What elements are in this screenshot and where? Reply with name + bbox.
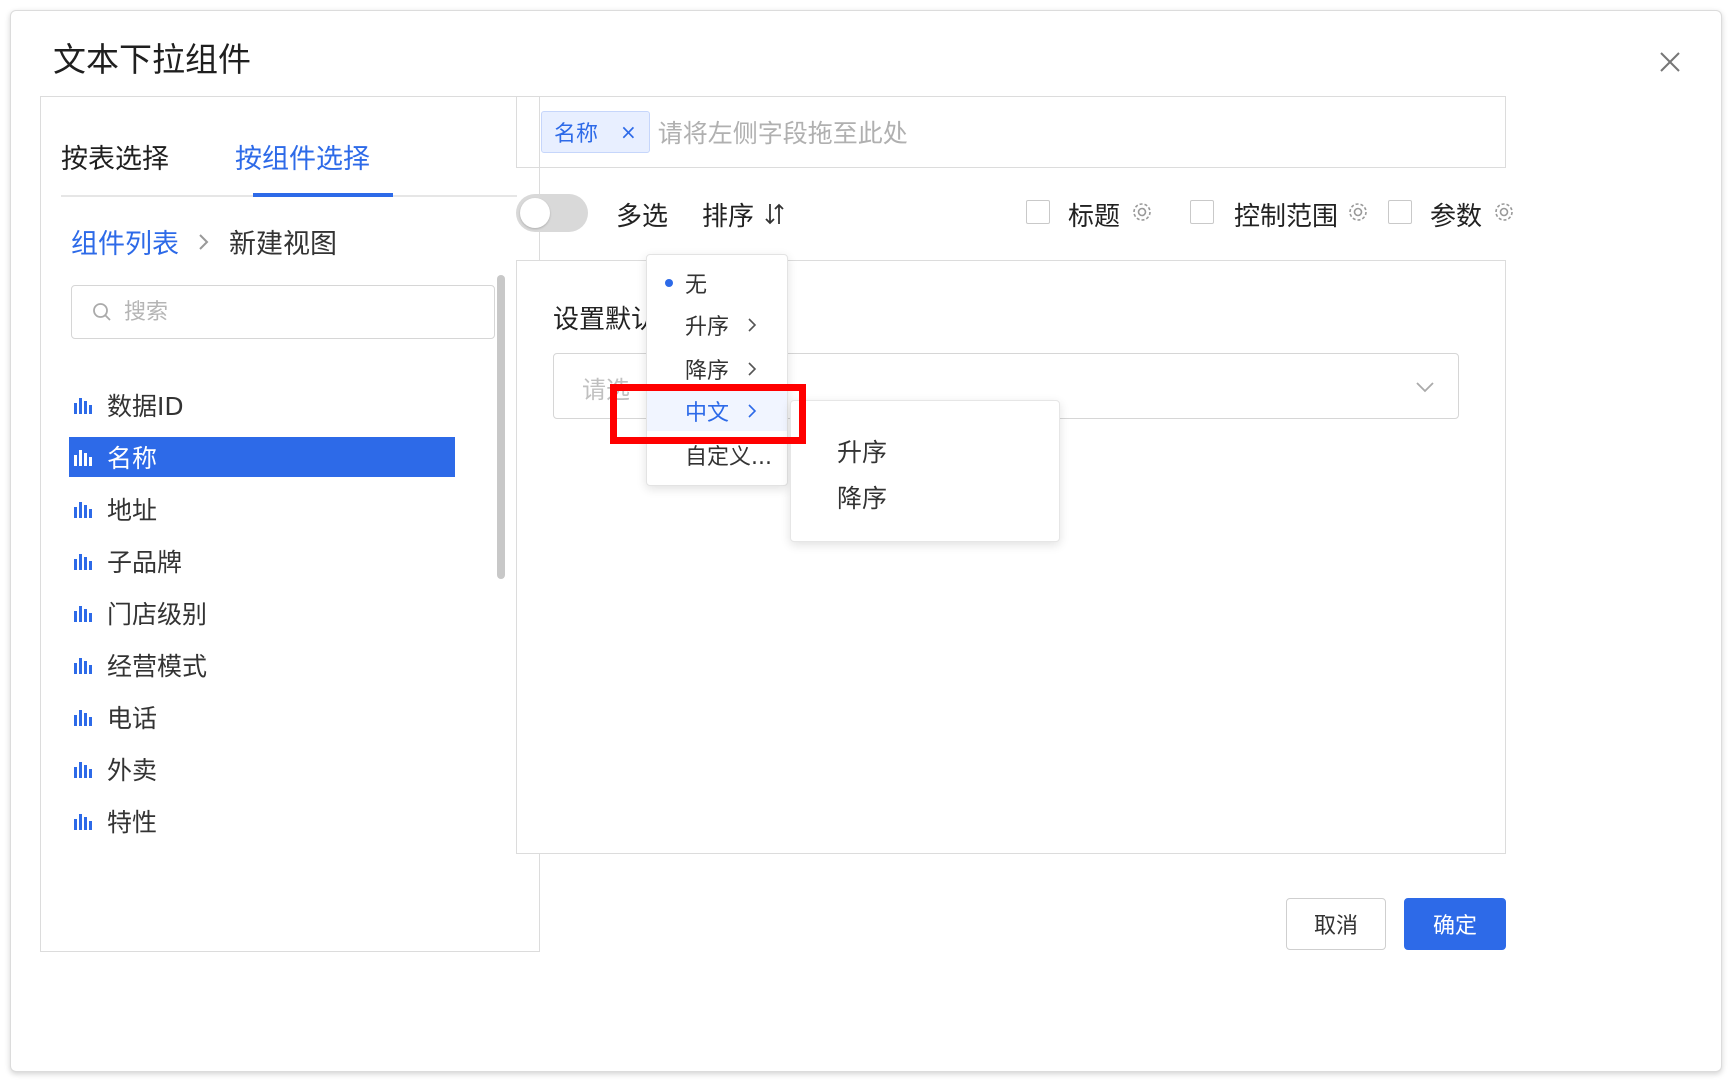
field-label: 门店级别 — [107, 600, 208, 629]
field-label: 特性 — [107, 808, 158, 837]
list-item[interactable]: 子品牌 — [69, 541, 455, 581]
params-checkbox[interactable] — [1388, 200, 1412, 224]
field-label: 地址 — [107, 496, 158, 525]
toolbar: 多选 排序 标题 控制范围 参数 — [516, 192, 1513, 236]
multi-select-toggle[interactable] — [516, 194, 588, 232]
bar-chart-icon — [74, 658, 92, 674]
sort-option-none[interactable]: 无 — [647, 263, 787, 303]
chevron-right-icon — [748, 362, 757, 376]
scrollbar[interactable] — [497, 275, 505, 579]
submenu-asc[interactable]: 升序 — [837, 433, 887, 469]
field-drop-zone[interactable]: 名称 × 请将左侧字段拖至此处 — [516, 96, 1506, 168]
field-label: 数据ID — [107, 392, 184, 421]
tab-by-table[interactable]: 按表选择 — [61, 137, 169, 191]
left-panel: 按表选择 按组件选择 组件列表 新建视图 数据ID 名称 地址 — [40, 96, 540, 952]
sort-option-label: 升序 — [685, 315, 730, 340]
field-label: 电话 — [107, 704, 158, 733]
params-label: 参数 — [1430, 202, 1483, 232]
chevron-down-icon — [1416, 382, 1434, 393]
sort-option-desc[interactable]: 降序 — [647, 349, 787, 389]
toggle-knob — [520, 198, 550, 228]
title-checkbox[interactable] — [1026, 200, 1050, 224]
bar-chart-icon — [74, 554, 92, 570]
sort-option-label: 自定义... — [685, 445, 772, 470]
breadcrumb-link[interactable]: 组件列表 — [71, 222, 179, 261]
list-item[interactable]: 数据ID — [69, 385, 455, 425]
sort-option-asc[interactable]: 升序 — [647, 305, 787, 345]
scope-checkbox[interactable] — [1190, 200, 1214, 224]
active-tab-indicator — [253, 193, 393, 197]
scope-label: 控制范围 — [1234, 202, 1339, 232]
select-placeholder: 请选 — [582, 376, 630, 404]
dialog-title: 文本下拉组件 — [53, 40, 251, 79]
selected-dot-icon — [665, 279, 673, 287]
gear-icon[interactable] — [1346, 200, 1370, 224]
sort-option-label: 中文 — [685, 401, 730, 426]
drop-hint: 请将左侧字段拖至此处 — [657, 119, 908, 148]
list-item[interactable]: 特性 — [69, 801, 455, 841]
bar-chart-icon — [74, 398, 92, 414]
field-tag-label: 名称 — [554, 122, 599, 147]
confirm-button[interactable]: 确定 — [1404, 898, 1506, 950]
chevron-right-icon — [199, 233, 209, 250]
search-icon — [93, 303, 111, 321]
list-item[interactable]: 外卖 — [69, 749, 455, 789]
sort-option-chinese[interactable]: 中文 — [647, 391, 787, 431]
search-input[interactable] — [122, 298, 466, 326]
gear-icon[interactable] — [1130, 200, 1154, 224]
chevron-right-icon — [748, 404, 757, 418]
field-label: 子品牌 — [107, 548, 183, 577]
bar-chart-icon — [74, 450, 92, 466]
title-label: 标题 — [1068, 202, 1121, 232]
sort-button[interactable]: 排序 — [702, 196, 754, 233]
sort-menu: 无 升序 降序 中文 自定义... — [646, 254, 788, 486]
tab-by-component[interactable]: 按组件选择 — [235, 137, 370, 191]
submenu-desc[interactable]: 降序 — [837, 479, 887, 515]
bar-chart-icon — [74, 502, 92, 518]
field-tag[interactable]: 名称 × — [541, 111, 650, 153]
field-label: 外卖 — [107, 756, 158, 785]
cancel-button[interactable]: 取消 — [1286, 898, 1386, 950]
sort-option-label: 降序 — [685, 359, 730, 384]
sort-icon[interactable] — [764, 202, 786, 226]
list-item[interactable]: 地址 — [69, 489, 455, 529]
list-item[interactable]: 经营模式 — [69, 645, 455, 685]
bar-chart-icon — [74, 814, 92, 830]
bar-chart-icon — [74, 606, 92, 622]
list-item[interactable]: 门店级别 — [69, 593, 455, 633]
sort-option-label: 无 — [685, 273, 708, 298]
tag-close-icon[interactable]: × — [620, 120, 637, 144]
field-label: 经营模式 — [107, 652, 208, 681]
field-list: 数据ID 名称 地址 子品牌 门店级别 经营模式 电话 外卖 特性 — [69, 385, 455, 853]
bar-chart-icon — [74, 762, 92, 778]
bar-chart-icon — [74, 710, 92, 726]
close-icon[interactable] — [1655, 47, 1685, 77]
default-value-label: 设置默认 — [553, 305, 658, 335]
field-label: 名称 — [107, 444, 158, 473]
chinese-sort-submenu: 升序 降序 — [790, 400, 1060, 542]
breadcrumb-current: 新建视图 — [229, 229, 337, 260]
chevron-right-icon — [748, 318, 757, 332]
list-item[interactable]: 名称 — [69, 437, 455, 477]
search-box — [71, 285, 495, 339]
multi-select-label: 多选 — [616, 202, 669, 232]
sort-option-custom[interactable]: 自定义... — [647, 435, 787, 475]
list-item[interactable]: 电话 — [69, 697, 455, 737]
breadcrumb: 组件列表 新建视图 — [71, 222, 337, 261]
gear-icon[interactable] — [1492, 200, 1516, 224]
